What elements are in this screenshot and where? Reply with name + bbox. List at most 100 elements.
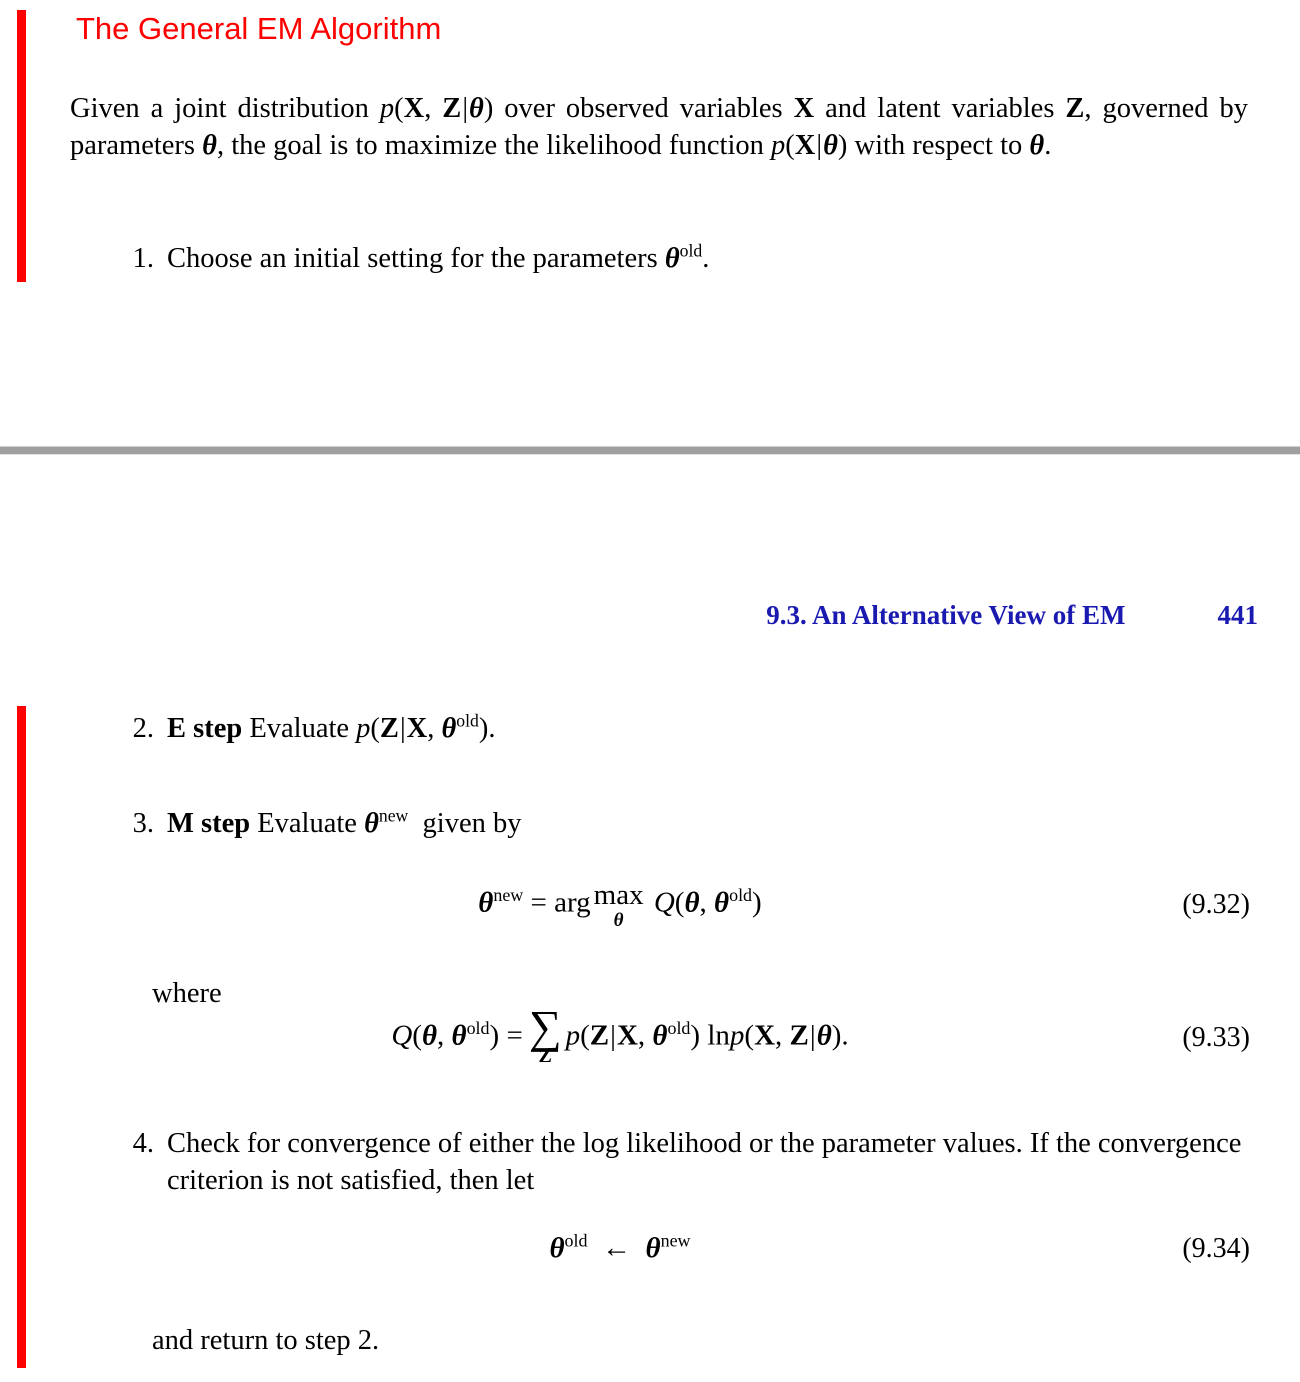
math-comma: , (424, 93, 443, 124)
math-bar: | (610, 1019, 616, 1052)
math-p: p (379, 93, 395, 124)
math-equals: = (506, 1019, 523, 1052)
accent-bar-bottom (17, 706, 26, 1368)
list-item: 4. Check for convergence of either the l… (110, 1125, 1250, 1199)
math-p: p (565, 1019, 581, 1052)
math-theta: θ (469, 93, 484, 124)
math-ln: ln (707, 1019, 730, 1052)
math-argmax-subscript: θ (613, 910, 624, 931)
math-superscript-old: old (667, 1018, 691, 1038)
math-paren: ( (674, 886, 685, 919)
header-page-number: 441 (1217, 600, 1259, 630)
math-theta: θ (441, 713, 457, 744)
math-comma: , (437, 1019, 452, 1052)
math-theta: θ (202, 130, 217, 161)
math-paren: ) (690, 1019, 701, 1052)
math-bar: | (816, 130, 823, 161)
equation-9-34: θold ← θnew (9.34) (110, 1230, 1250, 1265)
math-X: X (754, 1019, 776, 1052)
math-X: X (794, 130, 816, 161)
where-connector: where (152, 978, 222, 1009)
math-comma: , (637, 1019, 653, 1052)
list-item-number: 1. (132, 243, 154, 274)
math-p: p (356, 713, 371, 744)
equation-body: Q(θ, θold) = ∑ Zp(Z|X, θold) lnp(X, Z|θ). (391, 1001, 849, 1067)
math-theta: θ (645, 1232, 661, 1264)
math-bar: | (399, 713, 406, 744)
math-superscript-new: new (660, 1230, 691, 1251)
list-item: 2. E step Evaluate p(Z|X, θold). (110, 710, 1210, 747)
equation-body: θold ← θnew (110, 1230, 1130, 1265)
intro-paragraph: Given a joint distribution p(X, Z|θ) ove… (70, 90, 1248, 164)
math-paren: ( (394, 93, 404, 124)
math-theta: θ (451, 1019, 467, 1052)
math-paren: ) (478, 713, 489, 744)
list-item: 3. M step Evaluate θnew given by (110, 805, 1210, 842)
equation-body: θnew = arg max θ Q(θ, θold) (110, 880, 1130, 930)
math-Z: Z (589, 1019, 610, 1052)
page-separator (0, 446, 1300, 455)
list-item-label: M step (167, 808, 251, 839)
return-connector: and return to step 2. (152, 1325, 380, 1356)
math-superscript-old: old (679, 240, 703, 261)
math-summation: ∑ Z (528, 1001, 562, 1067)
math-max: max (593, 879, 644, 911)
math-X: X (616, 1019, 638, 1052)
math-paren: ( (370, 713, 380, 744)
list-item-body: Check for convergence of either the log … (167, 1128, 1242, 1196)
math-left-arrow: ← (602, 1232, 632, 1264)
math-paren: ( (744, 1019, 755, 1052)
math-paren: ) (483, 93, 494, 124)
math-Z: Z (442, 93, 462, 124)
intro-text-run-7: . (1044, 130, 1052, 161)
math-theta: θ (478, 886, 494, 919)
math-theta: θ (714, 886, 730, 919)
equation-tag: (9.32) (1182, 889, 1250, 920)
intro-text-run-3: and latent variables (814, 93, 1066, 124)
math-superscript-old: old (456, 710, 479, 731)
math-bar: | (462, 93, 469, 124)
math-paren: ) (831, 1019, 842, 1052)
math-X: X (793, 93, 815, 124)
math-theta: θ (364, 808, 379, 839)
list-item: 1. Choose an initial setting for the par… (110, 240, 1210, 277)
math-script-Q: Q (653, 886, 675, 919)
equation-tag: (9.33) (1182, 1022, 1250, 1053)
list-item-number: 3. (132, 808, 154, 839)
math-superscript-old: old (466, 1018, 490, 1038)
math-Z: Z (379, 713, 399, 744)
math-p: p (729, 1019, 745, 1052)
math-comma: , (775, 1019, 790, 1052)
math-p: p (771, 130, 786, 161)
math-paren: ( (580, 1019, 590, 1052)
math-X: X (403, 93, 425, 124)
math-theta: θ (823, 130, 838, 161)
math-paren: ) (752, 886, 762, 919)
list-item-body: E step Evaluate p(Z|X, θold). (167, 710, 496, 744)
intro-text-run-1: Given a joint distribution (70, 93, 380, 124)
math-comma: , (427, 713, 442, 744)
math-bar: | (809, 1019, 816, 1052)
math-superscript-old: old (564, 1230, 588, 1251)
accent-bar-top (17, 10, 26, 282)
math-superscript-new: new (378, 805, 409, 826)
math-comma: , (699, 886, 715, 919)
math-X: X (406, 713, 428, 744)
math-theta: θ (1029, 130, 1045, 161)
math-sigma-glyph: ∑ (528, 1001, 562, 1052)
list-item-number: 4. (132, 1128, 154, 1159)
math-theta: θ (549, 1232, 565, 1264)
math-paren: ) (837, 130, 848, 161)
list-item-body: Choose an initial setting for the parame… (167, 240, 710, 274)
header-section-title: 9.3. An Alternative View of EM (766, 600, 1126, 630)
math-Z: Z (1065, 93, 1085, 124)
math-paren: ( (785, 130, 795, 161)
intro-text-run-5: , the goal is to maximize the likelihood… (216, 130, 771, 161)
math-equals: = (530, 886, 547, 919)
math-theta: θ (684, 886, 700, 919)
list-item-number: 2. (132, 713, 154, 744)
running-header: 9.3. An Alternative View of EM 441 (0, 600, 1258, 631)
math-script-Q: Q (391, 1019, 413, 1052)
math-theta: θ (664, 243, 680, 274)
math-theta: θ (816, 1019, 832, 1052)
